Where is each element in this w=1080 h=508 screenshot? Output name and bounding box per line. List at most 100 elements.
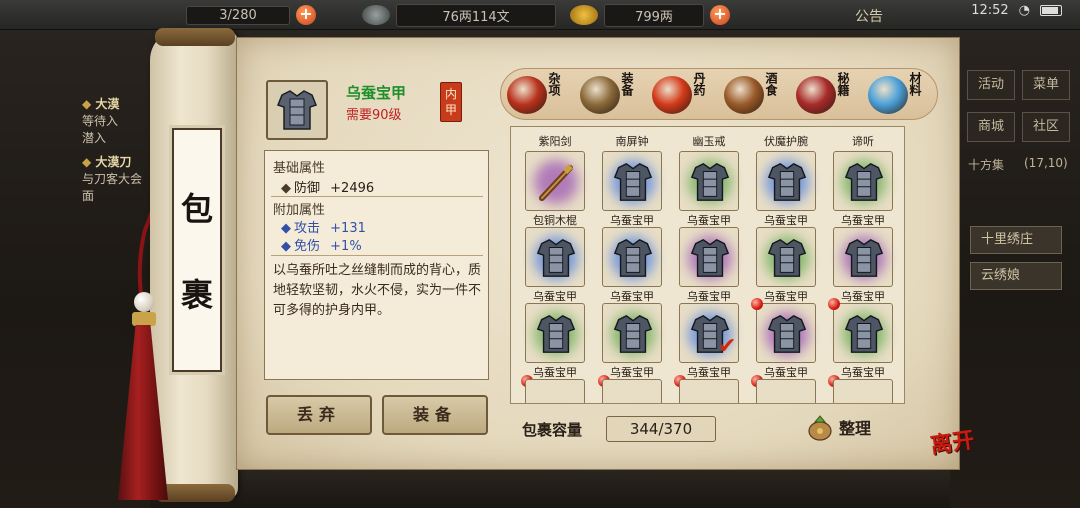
inventory-slot[interactable] (602, 151, 662, 211)
new-item-dot (828, 298, 840, 310)
sort-label: 整理 (839, 419, 872, 438)
item-label: 包铜木棍 (533, 214, 577, 227)
quest-entry[interactable]: 大漠 等待入 潜入 (82, 96, 119, 147)
inventory-slot[interactable] (602, 227, 662, 287)
food-icon (724, 76, 764, 114)
resource-money-value: 76两114文 (396, 3, 556, 27)
capacity-label: 包裹容量 (522, 421, 583, 439)
tab-label: 杂项 (547, 72, 561, 96)
diamond-icon: ◆ (281, 239, 291, 254)
wifi-icon: ◔ (1018, 3, 1030, 18)
crystal-icon (868, 76, 908, 114)
tassel-knot (132, 312, 156, 326)
item-slot-tag: 内甲 (440, 82, 462, 122)
tab-jar[interactable]: 杂项 (505, 72, 565, 118)
book-icon (796, 76, 836, 114)
item-label: 谛听 (852, 135, 874, 148)
resource-gold: 799两 + (570, 3, 730, 27)
quest-line: 潜入 (82, 131, 107, 145)
tab-label: 装备 (620, 72, 634, 96)
activity-button[interactable]: 活动 (967, 70, 1015, 100)
armor-icon (277, 90, 317, 130)
inventory-slot[interactable]: ✔ (679, 303, 739, 363)
item-label: 乌蚕宝甲 (841, 214, 885, 227)
community-button[interactable]: 社区 (1022, 112, 1070, 142)
attr-value: +1% (330, 239, 362, 254)
location-coords: (17,10) (1024, 156, 1068, 170)
inventory-slot[interactable] (833, 227, 893, 287)
new-item-dot (751, 298, 763, 310)
tab-label: 酒食 (764, 72, 778, 96)
inventory-slot[interactable] (756, 303, 816, 363)
extra-attribute: ◆ 免伤 +1% (281, 235, 362, 254)
top-resource-bar: 3/280 + 76两114文 799两 + 公告 12:52 ◔ (0, 0, 1080, 30)
diamond-icon: ◆ (281, 221, 291, 236)
tab-label: 材料 (908, 72, 922, 96)
add-gold-button[interactable]: + (710, 5, 730, 25)
shop-button[interactable]: 商城 (967, 112, 1015, 142)
inventory-slot[interactable] (525, 151, 585, 211)
selected-check-icon: ✔ (718, 334, 737, 359)
notice-button[interactable]: 公告 (855, 6, 883, 26)
item-name: 乌蚕宝甲 (346, 84, 407, 102)
resource-money: 76两114文 (362, 3, 556, 27)
inventory-slot[interactable] (525, 379, 585, 403)
item-label: 伏魔护腕 (764, 135, 808, 148)
tab-crystal[interactable]: 材料 (866, 72, 926, 118)
inventory-slot[interactable] (756, 227, 816, 287)
add-resource-button[interactable]: + (296, 5, 316, 25)
system-status: 12:52 ◔ (971, 3, 1062, 18)
npc-slot[interactable]: 十里绣庄 (970, 226, 1062, 254)
bottom-menu-bar (150, 466, 950, 508)
item-label: 乌蚕宝甲 (687, 214, 731, 227)
item-label: 乌蚕宝甲 (533, 290, 577, 303)
tab-food[interactable]: 酒食 (722, 72, 782, 118)
selected-item-icon (266, 80, 328, 140)
attr-name: 防御 (294, 181, 321, 196)
attr-value: +131 (330, 221, 366, 236)
item-level-requirement: 需要90级 (346, 108, 402, 123)
inventory-slot[interactable] (679, 227, 739, 287)
tab-book[interactable]: 秘籍 (794, 72, 854, 118)
gold-ingot-icon (570, 5, 598, 25)
bag-title-char: 裹 (180, 276, 213, 314)
money-bag-icon (808, 415, 832, 441)
tab-weapon[interactable]: 装备 (578, 72, 638, 118)
inventory-slot[interactable] (525, 227, 585, 287)
inventory-slot[interactable] (602, 379, 662, 403)
discard-button[interactable]: 丢弃 (266, 395, 372, 435)
attr-name: 攻击 (294, 221, 321, 236)
inventory-slot[interactable] (602, 303, 662, 363)
item-label: 乌蚕宝甲 (610, 214, 654, 227)
menu-button[interactable]: 菜单 (1022, 70, 1070, 100)
jar-icon (507, 76, 547, 114)
weapon-icon (580, 76, 620, 114)
item-label: 乌蚕宝甲 (610, 290, 654, 303)
tab-label: 秘籍 (836, 72, 850, 96)
inventory-slot[interactable] (525, 303, 585, 363)
sort-button[interactable]: 整理 (805, 412, 871, 442)
pill-icon (652, 76, 692, 114)
close-button[interactable]: 离开 (928, 422, 976, 460)
inventory-slot[interactable] (833, 303, 893, 363)
npc-slot[interactable]: 云绣娘 (970, 262, 1062, 290)
equip-button[interactable]: 装备 (382, 395, 488, 435)
inventory-slot[interactable] (833, 379, 893, 403)
capacity-value: 344/370 (606, 416, 716, 442)
tab-pill[interactable]: 丹药 (650, 72, 710, 118)
inventory-slot[interactable] (833, 151, 893, 211)
item-description: 以乌蚕所吐之丝缝制而成的背心，质地轻软坚韧，水火不侵，实为一件不可多得的护身内甲… (273, 263, 482, 318)
inventory-slot[interactable] (679, 379, 739, 403)
item-attributes-panel: 基础属性 ◆ 防御 +2496 附加属性 ◆ 攻击 +131 ◆ 免伤 +1% 以乌蚕… (264, 150, 489, 380)
inventory-slot[interactable] (679, 151, 739, 211)
attr-value: +2496 (330, 181, 375, 196)
inventory-slot[interactable] (756, 379, 816, 403)
resource-bag-value: 3/280 (186, 5, 290, 25)
divider (271, 196, 483, 197)
bag-title-plate: 包 裹 (169, 125, 225, 375)
item-label: 乌蚕宝甲 (764, 214, 808, 227)
inventory-slot[interactable] (756, 151, 816, 211)
attr-name: 免伤 (294, 239, 321, 254)
coin-icon (362, 5, 390, 25)
diamond-icon: ◆ (281, 181, 291, 196)
